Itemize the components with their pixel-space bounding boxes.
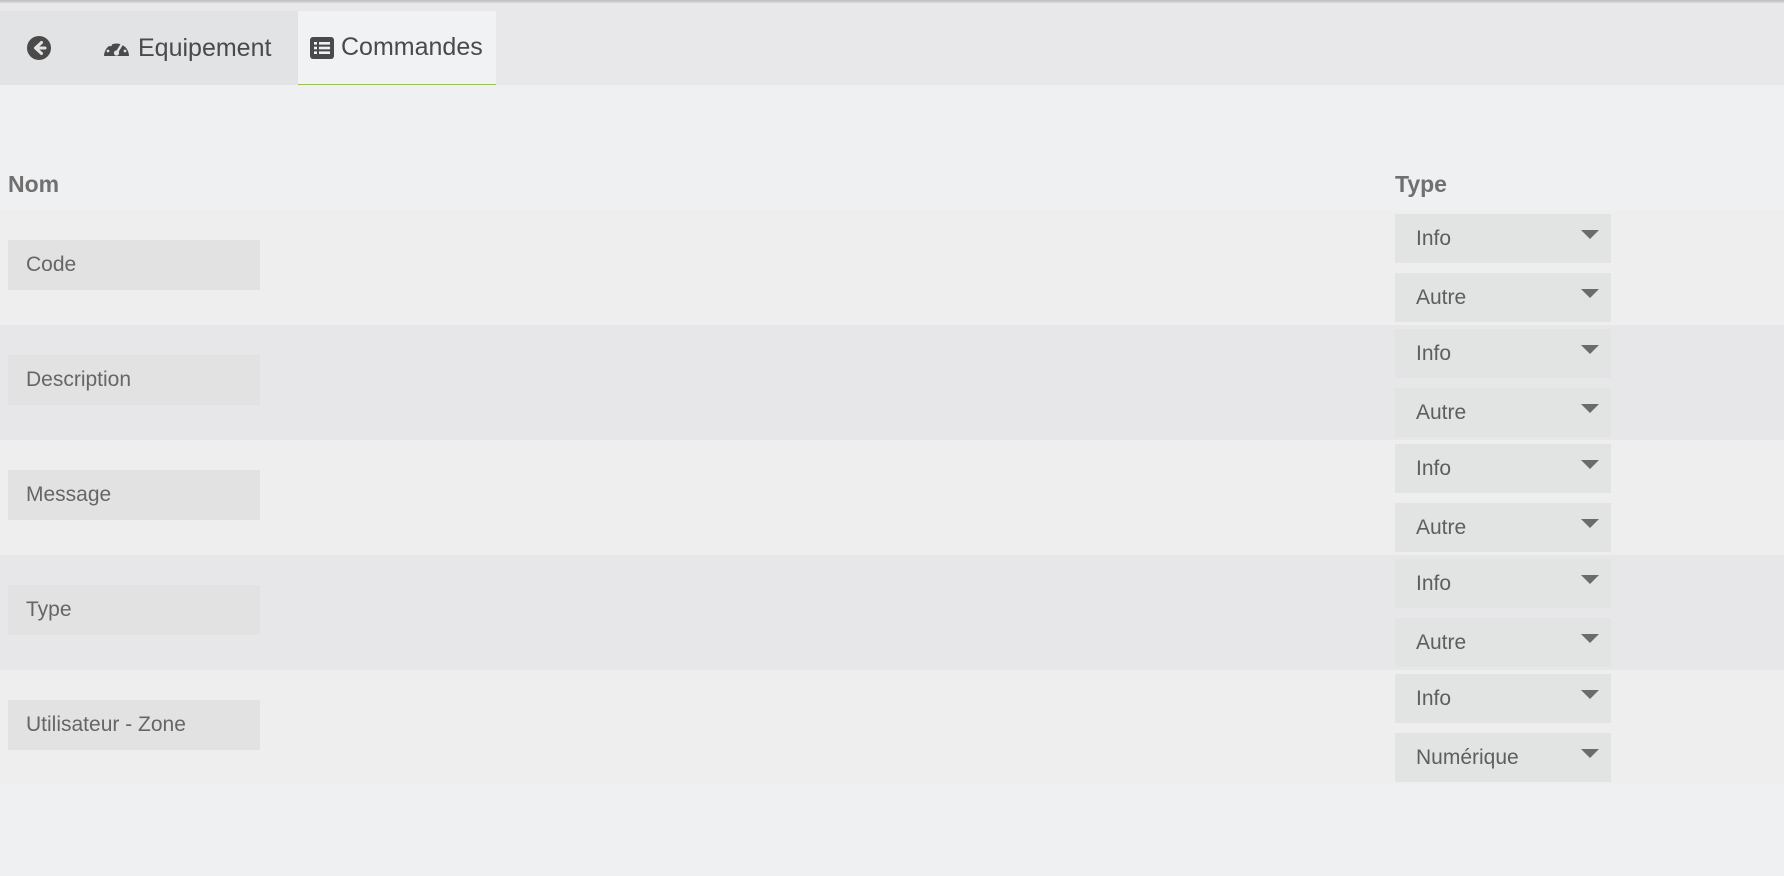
caret-down-icon [1581, 230, 1599, 239]
table-row: Code Info Autre [0, 210, 1784, 325]
column-header-type: Type [1395, 171, 1447, 197]
type-select[interactable]: Info [1395, 674, 1611, 723]
column-header-nom: Nom [8, 171, 60, 197]
caret-down-icon [1581, 345, 1599, 354]
caret-down-icon [1581, 289, 1599, 298]
command-name-field[interactable]: Message [8, 470, 260, 520]
subtype-select-value: Numérique [1416, 745, 1519, 769]
caret-down-icon [1581, 460, 1599, 469]
subtype-select[interactable]: Autre [1395, 273, 1611, 322]
list-alt-icon [310, 36, 334, 59]
type-select[interactable]: Info [1395, 329, 1611, 378]
tachometer-icon [102, 36, 131, 60]
subtype-select-value: Autre [1416, 515, 1467, 539]
caret-down-icon [1581, 634, 1599, 643]
caret-down-icon [1581, 575, 1599, 584]
subtype-select-value: Autre [1416, 285, 1467, 309]
caret-down-icon [1581, 749, 1599, 758]
type-select-value: Info [1416, 571, 1452, 595]
subtype-select[interactable]: Autre [1395, 618, 1611, 667]
tab-back[interactable] [0, 11, 78, 85]
tab-commandes[interactable]: Commandes [298, 11, 496, 85]
type-select[interactable]: Info [1395, 559, 1611, 608]
plugin-config-page: Equipement Commandes Nom Type Code Info [0, 3, 1784, 876]
subtype-select-value: Autre [1416, 400, 1467, 424]
type-select-value: Info [1416, 456, 1452, 480]
command-name-field[interactable]: Description [8, 355, 260, 405]
subtype-select-value: Autre [1416, 630, 1467, 654]
tab-commandes-label: Commandes [341, 33, 483, 61]
table-row: Description Info Autre [0, 325, 1784, 440]
type-select[interactable]: Info [1395, 214, 1611, 263]
table-row: Type Info Autre [0, 555, 1784, 670]
arrow-circle-left-icon [26, 35, 52, 61]
table-row: Utilisateur - Zone Info Numérique [0, 670, 1784, 785]
caret-down-icon [1581, 690, 1599, 699]
command-name-field[interactable]: Code [8, 240, 260, 290]
type-select-value: Info [1416, 341, 1452, 365]
type-select-value: Info [1416, 226, 1452, 250]
command-name-field[interactable]: Type [8, 585, 260, 635]
table-row: Message Info Autre [0, 440, 1784, 555]
tab-equipement-label: Equipement [138, 33, 272, 62]
subtype-select[interactable]: Autre [1395, 388, 1611, 437]
tab-equipement[interactable]: Equipement [78, 11, 298, 85]
subtype-select[interactable]: Numérique [1395, 733, 1611, 782]
tab-bar: Equipement Commandes [0, 3, 1784, 85]
command-name-field[interactable]: Utilisateur - Zone [8, 700, 260, 750]
subtype-select[interactable]: Autre [1395, 503, 1611, 552]
caret-down-icon [1581, 519, 1599, 528]
type-select[interactable]: Info [1395, 444, 1611, 493]
caret-down-icon [1581, 404, 1599, 413]
type-select-value: Info [1416, 686, 1452, 710]
